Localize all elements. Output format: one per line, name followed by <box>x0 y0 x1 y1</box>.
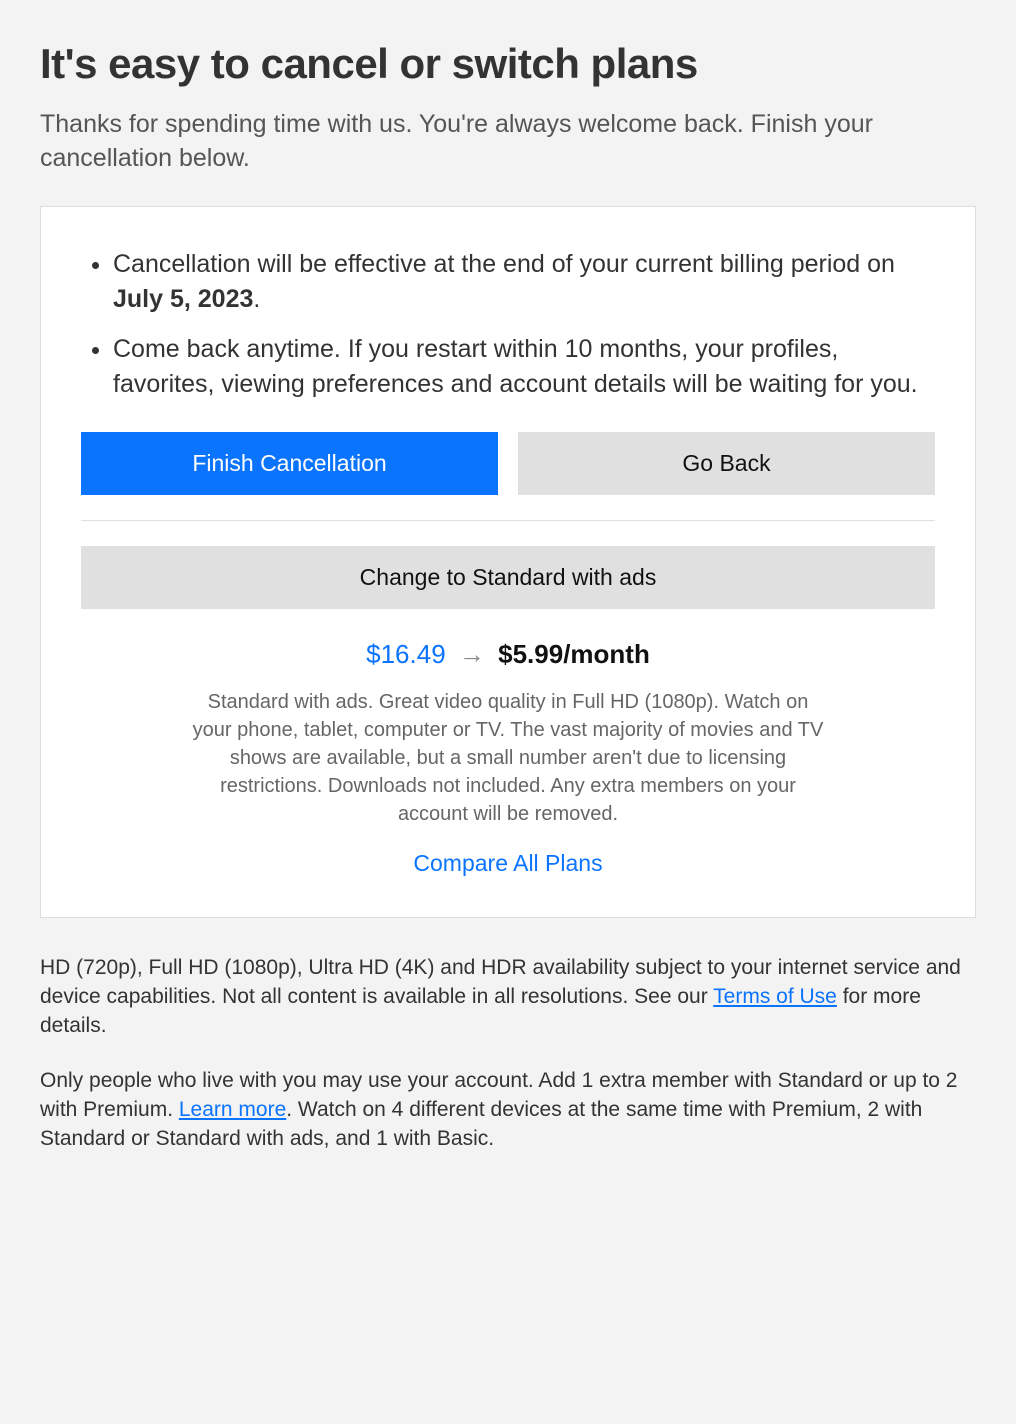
footnote-resolution: HD (720p), Full HD (1080p), Ultra HD (4K… <box>40 953 976 1041</box>
divider <box>81 520 935 521</box>
arrow-right-icon: → <box>459 639 485 669</box>
learn-more-link[interactable]: Learn more <box>179 1098 286 1121</box>
go-back-button[interactable]: Go Back <box>518 432 935 495</box>
list-item: Come back anytime. If you restart within… <box>113 332 935 402</box>
footnote-account: Only people who live with you may use yo… <box>40 1066 976 1154</box>
terms-of-use-link[interactable]: Terms of Use <box>713 985 837 1008</box>
info-list: Cancellation will be effective at the en… <box>81 247 935 402</box>
billing-suffix: . <box>253 285 260 313</box>
price-comparison: $16.49 → $5.99/month <box>81 639 935 670</box>
new-price: $5.99/month <box>498 639 650 669</box>
old-price: $16.49 <box>366 639 446 669</box>
change-plan-button[interactable]: Change to Standard with ads <box>81 546 935 609</box>
page-title: It's easy to cancel or switch plans <box>40 40 976 88</box>
billing-date: July 5, 2023 <box>113 285 253 313</box>
billing-prefix: Cancellation will be effective at the en… <box>113 250 895 278</box>
cancellation-panel: Cancellation will be effective at the en… <box>40 206 976 918</box>
primary-button-row: Finish Cancellation Go Back <box>81 432 935 495</box>
plan-description: Standard with ads. Great video quality i… <box>188 688 828 828</box>
finish-cancellation-button[interactable]: Finish Cancellation <box>81 432 498 495</box>
page-subtitle: Thanks for spending time with us. You're… <box>40 108 976 176</box>
compare-plans-link[interactable]: Compare All Plans <box>81 850 935 877</box>
list-item: Cancellation will be effective at the en… <box>113 247 935 317</box>
